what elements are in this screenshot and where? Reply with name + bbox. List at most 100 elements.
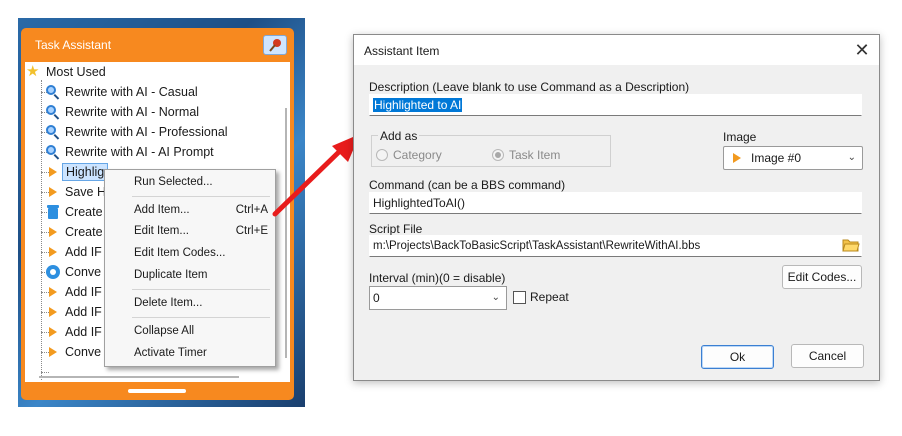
tree-item[interactable]: Conve: [45, 262, 101, 282]
tree-node-label: Most Used: [46, 65, 106, 79]
task-assistant-title: Task Assistant: [35, 38, 112, 52]
menu-separator: [132, 196, 270, 197]
menu-item-edit-item[interactable]: Edit Item... Ctrl+E: [134, 221, 268, 241]
repeat-label: Repeat: [530, 290, 569, 304]
assistant-item-dialog: Assistant Item ✕ Description (Leave blan…: [353, 34, 880, 381]
image-select-value: Image #0: [751, 151, 802, 165]
menu-item-shortcut: Ctrl+E: [235, 225, 268, 237]
play-icon: [45, 344, 61, 360]
pin-glyph: [269, 39, 281, 52]
menu-item-add-item[interactable]: Add Item... Ctrl+A: [134, 200, 268, 220]
tree-item-label: Rewrite with AI - Normal: [65, 105, 200, 119]
play-icon: [45, 324, 61, 340]
resize-grip[interactable]: [128, 389, 186, 393]
script-file-field[interactable]: m:\Projects\BackToBasicScript\TaskAssist…: [369, 235, 862, 257]
play-icon: [45, 184, 61, 200]
radio-task-item[interactable]: Task Item: [492, 148, 560, 162]
description-label: Description (Leave blank to use Command …: [369, 80, 690, 94]
play-icon: [45, 284, 61, 300]
tree-line: [41, 80, 42, 380]
menu-item-run-selected[interactable]: Run Selected...: [134, 172, 268, 192]
tree-item[interactable]: Add IF: [45, 302, 102, 322]
play-icon: [45, 304, 61, 320]
tree-item-label: Save H: [65, 185, 106, 199]
play-icon: [45, 164, 61, 180]
tree-line: [41, 372, 49, 373]
folder-glyph: [842, 239, 860, 252]
interval-value: 0: [373, 291, 380, 305]
menu-separator: [132, 317, 270, 318]
tree-item-label: Conve: [65, 265, 102, 279]
interval-label: Interval (min)(0 = disable): [369, 271, 506, 285]
add-as-label: Add as: [378, 129, 420, 143]
menu-item-delete-item[interactable]: Delete Item...: [134, 293, 268, 313]
tree-item[interactable]: Conve: [45, 342, 101, 362]
tree-item[interactable]: Add IF: [45, 242, 102, 262]
tree-item-label: Create: [65, 205, 103, 219]
menu-item-collapse-all[interactable]: Collapse All: [134, 321, 268, 341]
radio-label: Category: [393, 148, 442, 162]
menu-item-label: Activate Timer: [134, 347, 207, 359]
tree-item[interactable]: Create: [45, 222, 103, 242]
tree-item[interactable]: Create: [45, 202, 103, 222]
command-label: Command (can be a BBS command): [369, 178, 566, 192]
edit-codes-button[interactable]: Edit Codes...: [782, 265, 862, 289]
command-value: HighlightedToAI(): [373, 196, 466, 210]
tree-item-label: Create: [65, 225, 103, 239]
tree-item-label: Add IF: [65, 285, 102, 299]
chevron-down-icon: ⌄: [491, 292, 500, 303]
chevron-down-icon: ⌄: [847, 152, 856, 163]
context-menu: Run Selected... Add Item... Ctrl+A Edit …: [104, 169, 276, 367]
menu-item-label: Duplicate Item: [134, 269, 208, 281]
radio-category[interactable]: Category: [376, 148, 442, 162]
menu-separator: [132, 289, 270, 290]
magnifier-icon: [45, 124, 61, 140]
menu-item-label: Add Item...: [134, 204, 190, 216]
tree-item[interactable]: Rewrite with AI - AI Prompt: [45, 142, 214, 162]
tree-item[interactable]: Add IF: [45, 322, 102, 342]
dialog-titlebar: Assistant Item ✕: [354, 35, 879, 65]
magnifier-icon: [45, 144, 61, 160]
menu-item-edit-item-codes[interactable]: Edit Item Codes...: [134, 243, 268, 263]
magnifier-icon: [45, 84, 61, 100]
tree-item-label: Add IF: [65, 325, 102, 339]
script-file-label: Script File: [369, 222, 423, 236]
folder-open-icon[interactable]: [842, 237, 860, 253]
tree-item[interactable]: Add IF: [45, 282, 102, 302]
tree-item-selected[interactable]: Highlig: [45, 162, 109, 182]
horizontal-scrollbar[interactable]: [39, 376, 239, 378]
description-value: Highlighted to AI: [373, 98, 463, 112]
magnifier-icon: [45, 104, 61, 120]
trash-icon: [45, 204, 61, 220]
repeat-checkbox[interactable]: Repeat: [513, 290, 569, 304]
menu-item-label: Edit Item...: [134, 225, 189, 237]
tree-item-label: Highlig: [62, 163, 109, 181]
ok-button[interactable]: Ok: [701, 345, 774, 369]
interval-select[interactable]: 0 ⌄: [369, 286, 507, 310]
menu-item-label: Collapse All: [134, 325, 195, 337]
command-field[interactable]: HighlightedToAI(): [369, 192, 862, 214]
description-field[interactable]: Highlighted to AI: [369, 94, 862, 116]
tree-item[interactable]: Save H: [45, 182, 106, 202]
image-label: Image: [723, 130, 757, 144]
pin-icon[interactable]: [263, 35, 287, 55]
image-select[interactable]: Image #0 ⌄: [723, 146, 863, 170]
menu-item-label: Run Selected...: [134, 176, 213, 188]
play-icon: [45, 224, 61, 240]
menu-item-duplicate-item[interactable]: Duplicate Item: [134, 265, 268, 285]
tree-item-label: Rewrite with AI - AI Prompt: [65, 145, 214, 159]
checkbox-box: [513, 290, 526, 304]
star-icon: ★: [26, 63, 40, 80]
radio-button: [376, 149, 388, 161]
tree-item[interactable]: Rewrite with AI - Professional: [45, 122, 228, 142]
menu-item-activate-timer[interactable]: Activate Timer: [134, 343, 268, 363]
cancel-button[interactable]: Cancel: [791, 344, 864, 368]
tree-item[interactable]: Rewrite with AI - Casual: [45, 82, 198, 102]
play-icon: [731, 150, 745, 166]
radio-button: [492, 149, 504, 161]
play-icon: [45, 244, 61, 260]
close-icon[interactable]: ✕: [852, 40, 872, 60]
radio-label: Task Item: [509, 148, 561, 162]
tree-node-most-used[interactable]: ★ Most Used: [26, 62, 106, 82]
tree-item[interactable]: Rewrite with AI - Normal: [45, 102, 199, 122]
